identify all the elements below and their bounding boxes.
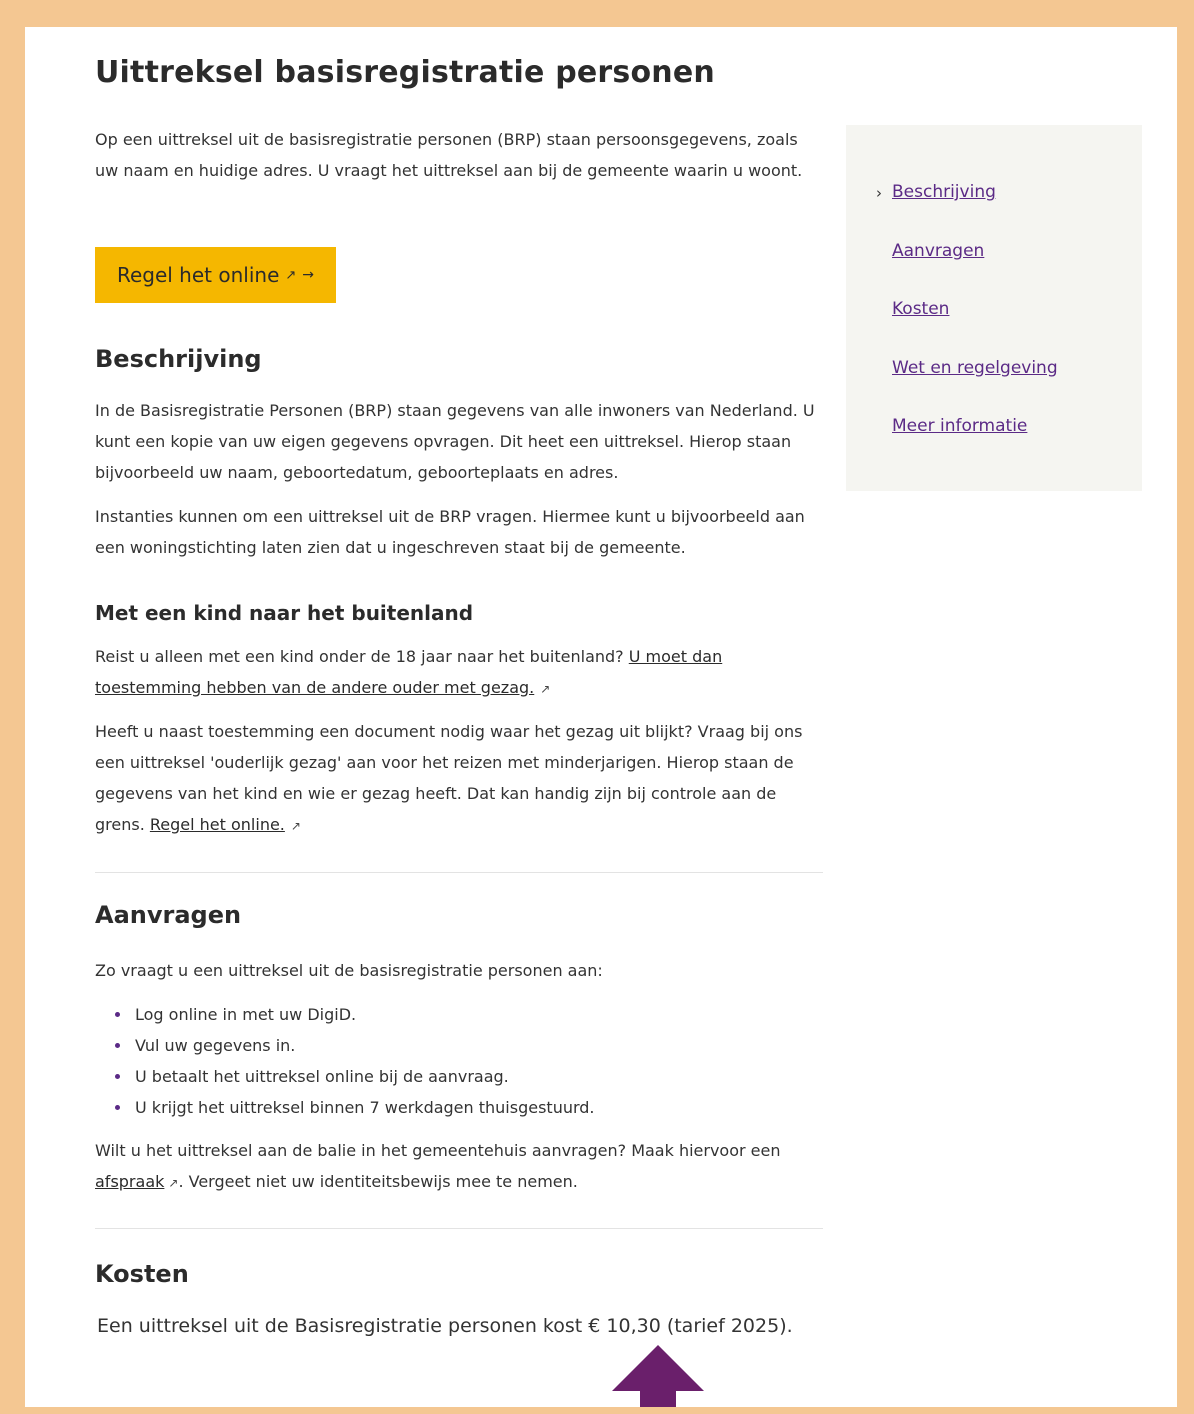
regel-online-label: Regel het online: [116, 263, 280, 287]
sidebar-link-kosten[interactable]: Kosten: [892, 299, 949, 319]
arrow-up-icon-stem: [640, 1390, 676, 1407]
external-link-icon: ↗: [540, 682, 551, 696]
afspraak-link[interactable]: afspraak: [95, 1172, 164, 1191]
section-heading-beschrijving: Beschrijving: [95, 345, 262, 373]
subheading-kind-buitenland: Met een kind naar het buitenland: [95, 601, 474, 625]
list-item: Log online in met uw DigiD.: [115, 999, 595, 1030]
sidebar-item-meer-informatie: Meer informatie: [892, 411, 1058, 470]
sidebar-nav: › Beschrijving Aanvragen Kosten Wet en r…: [846, 125, 1142, 491]
sidebar-link-meer-informatie[interactable]: Meer informatie: [892, 416, 1027, 436]
divider: [95, 1228, 823, 1229]
sidebar-list: › Beschrijving Aanvragen Kosten Wet en r…: [876, 177, 1058, 470]
intro-text: Op een uittreksel uit de basisregistrati…: [95, 130, 803, 180]
balie-text-2: . Vergeet niet uw identiteitsbewijs mee …: [178, 1172, 578, 1191]
chevron-right-icon: ›: [876, 184, 882, 202]
sidebar-item-beschrijving: › Beschrijving: [876, 177, 1058, 236]
page-container: Uittreksel basisregistratie personen Op …: [25, 27, 1177, 1407]
page-title: Uittreksel basisregistratie personen: [95, 55, 715, 90]
regel-online-button[interactable]: Regel het online ↗ →: [95, 247, 336, 303]
external-link-icon: ↗: [290, 819, 301, 833]
external-link-icon: ↗: [285, 267, 297, 283]
external-link-icon: ↗: [168, 1176, 179, 1190]
sidebar-link-wet-regelgeving[interactable]: Wet en regelgeving: [892, 358, 1058, 378]
section-heading-kosten: Kosten: [95, 1260, 189, 1288]
sidebar-link-aanvragen[interactable]: Aanvragen: [892, 241, 984, 261]
beschrijving-paragraph-2: Instanties kunnen om een uittreksel uit …: [95, 507, 805, 557]
aanvragen-intro: Zo vraagt u een uittreksel uit de basisr…: [95, 961, 603, 980]
balie-text-1: Wilt u het uittreksel aan de balie in he…: [95, 1141, 781, 1160]
sidebar-link-beschrijving[interactable]: Beschrijving: [892, 182, 996, 202]
kind-paragraph-2: Heeft u naast toestemming een document n…: [95, 716, 825, 842]
balie-paragraph: Wilt u het uittreksel aan de balie in he…: [95, 1135, 825, 1199]
kind-paragraph-1: Reist u alleen met een kind onder de 18 …: [95, 641, 825, 705]
aanvragen-steps-list: Log online in met uw DigiD. Vul uw gegev…: [95, 999, 595, 1123]
list-item: Vul uw gegevens in.: [115, 1030, 595, 1061]
list-item: U betaalt het uittreksel online bij de a…: [115, 1061, 595, 1092]
list-item: U krijgt het uittreksel binnen 7 werkdag…: [115, 1092, 595, 1123]
regel-online-link[interactable]: Regel het online.: [150, 815, 285, 834]
divider: [95, 872, 823, 873]
arrow-right-icon: →: [302, 267, 315, 283]
kind-paragraph-1-text: Reist u alleen met een kind onder de 18 …: [95, 647, 629, 666]
kosten-text: Een uittreksel uit de Basisregistratie p…: [97, 1315, 793, 1337]
beschrijving-paragraph-1: In de Basisregistratie Personen (BRP) st…: [95, 401, 815, 482]
sidebar-item-aanvragen: Aanvragen: [892, 236, 1058, 295]
arrow-up-icon: [612, 1345, 704, 1391]
sidebar-item-kosten: Kosten: [892, 294, 1058, 353]
sidebar-item-wet-regelgeving: Wet en regelgeving: [892, 353, 1058, 412]
section-heading-aanvragen: Aanvragen: [95, 901, 242, 929]
